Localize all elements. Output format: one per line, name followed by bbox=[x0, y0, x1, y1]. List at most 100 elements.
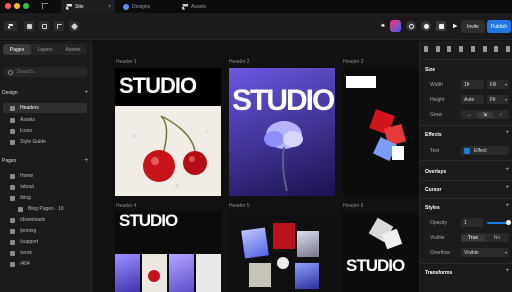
close-tab-icon[interactable]: × bbox=[108, 4, 111, 10]
sidebar-item-label: /blog bbox=[20, 195, 31, 201]
sidebar-item-404[interactable]: /404 bbox=[3, 259, 87, 269]
settings-button[interactable] bbox=[406, 21, 416, 31]
frame-tool-button[interactable] bbox=[39, 21, 49, 31]
sidebar-item-headers[interactable]: Headers bbox=[3, 103, 87, 113]
design-section-header[interactable]: Design + bbox=[2, 89, 90, 97]
frame-label[interactable]: Header 4 bbox=[116, 203, 137, 209]
frame-header-3[interactable] bbox=[342, 68, 419, 196]
page-icon bbox=[10, 239, 15, 245]
sidebar-item-assets[interactable]: Assets bbox=[3, 115, 87, 125]
sidebar-item-support[interactable]: /support bbox=[3, 237, 87, 247]
sidebar-item-icons[interactable]: Icons bbox=[3, 126, 87, 136]
frame-header-1[interactable]: STUDIO bbox=[115, 68, 221, 196]
publish-button[interactable]: Publish bbox=[487, 20, 511, 33]
add-design-icon[interactable]: + bbox=[84, 90, 88, 96]
add-effect-icon[interactable]: + bbox=[505, 130, 509, 136]
grow-vertical-icon[interactable]: ↕ bbox=[493, 112, 509, 118]
add-overlay-icon[interactable]: + bbox=[505, 167, 509, 173]
visible-false-option[interactable]: No bbox=[485, 235, 509, 241]
insert-button[interactable] bbox=[24, 21, 34, 31]
sidebar-item-work[interactable]: /work bbox=[3, 248, 87, 258]
distribute-vertical-icon[interactable] bbox=[505, 46, 510, 52]
align-middle-icon[interactable] bbox=[470, 46, 475, 52]
frame-header-4[interactable]: STUDIO bbox=[115, 211, 221, 292]
grow-both-icon[interactable]: ⇲ bbox=[477, 111, 493, 118]
grow-segmented[interactable]: ↔ ⇲ ↕ bbox=[461, 110, 509, 119]
play-icon[interactable] bbox=[277, 257, 289, 269]
frame-header-2[interactable]: STUDIO bbox=[229, 68, 335, 196]
pages-section-header[interactable]: Pages + bbox=[2, 157, 90, 165]
frame-label[interactable]: Header 6 bbox=[343, 203, 364, 209]
sidebar-item-blog-pages[interactable]: Blog Pages · 10 bbox=[3, 204, 87, 214]
search-input[interactable]: Search... bbox=[3, 67, 87, 77]
overflow-select[interactable]: Visible ▾ bbox=[461, 248, 509, 257]
avatar[interactable] bbox=[390, 20, 401, 32]
close-window-icon[interactable] bbox=[5, 3, 11, 9]
sidebar-item-style-guide[interactable]: Style Guide bbox=[3, 137, 87, 147]
add-transform-icon[interactable]: + bbox=[505, 268, 509, 274]
height-mode-select[interactable]: Fit ▾ bbox=[487, 95, 509, 104]
frame-heading: STUDIO bbox=[346, 256, 405, 275]
effects-section-title: Effects bbox=[425, 132, 442, 138]
opacity-slider[interactable] bbox=[487, 220, 511, 225]
height-input[interactable]: Auto bbox=[461, 95, 484, 104]
align-top-icon[interactable] bbox=[459, 46, 464, 52]
tab-pages[interactable]: Pages bbox=[3, 44, 31, 55]
frame-header-5[interactable] bbox=[229, 211, 335, 292]
slider-handle[interactable] bbox=[506, 220, 511, 225]
width-value: 1fr bbox=[464, 81, 470, 88]
components-button[interactable] bbox=[69, 21, 79, 31]
sidebar-item-blog[interactable]: /blog bbox=[3, 193, 87, 203]
width-input[interactable]: 1fr bbox=[461, 80, 484, 89]
thumbnail-image bbox=[115, 254, 140, 292]
invite-button[interactable]: Invite bbox=[461, 20, 485, 33]
grow-horizontal-icon[interactable]: ↔ bbox=[461, 112, 477, 118]
play-icon bbox=[452, 23, 458, 29]
tab-layers[interactable]: Layers bbox=[31, 44, 59, 55]
add-page-icon[interactable]: + bbox=[84, 158, 88, 164]
sidebar-tabs: Pages Layers Assets bbox=[3, 44, 87, 55]
distribute-horizontal-icon[interactable] bbox=[494, 46, 499, 52]
add-style-icon[interactable]: + bbox=[505, 203, 509, 209]
tab-assets-panel[interactable]: Assets bbox=[59, 44, 87, 55]
preview-mode-button[interactable] bbox=[421, 21, 431, 31]
visible-true-option[interactable]: True bbox=[461, 234, 485, 241]
align-right-icon[interactable] bbox=[447, 46, 452, 52]
frame-heading: STUDIO bbox=[119, 211, 178, 230]
align-bottom-icon[interactable] bbox=[482, 46, 487, 52]
page-icon bbox=[10, 217, 15, 223]
devices-button[interactable] bbox=[436, 21, 446, 31]
tab-designs[interactable]: Designs bbox=[118, 0, 176, 13]
tab-site[interactable]: Site × bbox=[61, 0, 115, 13]
canvas[interactable]: Header 1 STUDIO Header 2 STUDIO Header 3 bbox=[92, 41, 419, 292]
tab-designs-label: Designs bbox=[132, 3, 151, 10]
add-cursor-icon[interactable]: + bbox=[505, 185, 509, 191]
sidebar-item-downloads[interactable]: /downloads bbox=[3, 215, 87, 225]
align-center-icon[interactable] bbox=[435, 46, 440, 52]
align-left-icon[interactable] bbox=[424, 46, 428, 52]
frame-header-6[interactable]: STUDIO bbox=[342, 211, 419, 292]
minimize-window-icon[interactable] bbox=[14, 3, 20, 9]
effect-select[interactable]: Effect bbox=[461, 146, 509, 155]
home-icon[interactable] bbox=[42, 3, 48, 9]
transforms-section-title: Transforms bbox=[425, 270, 453, 276]
divider bbox=[420, 263, 512, 264]
frame-label[interactable]: Header 5 bbox=[229, 203, 250, 209]
sidebar-item-pricing[interactable]: /pricing bbox=[3, 226, 87, 236]
frame-label[interactable]: Header 2 bbox=[229, 59, 250, 65]
sidebar-item-home[interactable]: Home bbox=[3, 171, 87, 181]
chevron-down-icon: ▾ bbox=[504, 97, 507, 102]
tab-assets[interactable]: Assets bbox=[177, 0, 235, 13]
maximize-window-icon[interactable] bbox=[23, 3, 29, 9]
card-image bbox=[273, 223, 295, 249]
frame-label[interactable]: Header 1 bbox=[116, 59, 137, 65]
main-menu-button[interactable] bbox=[4, 21, 17, 31]
play-button[interactable] bbox=[450, 21, 460, 31]
divider bbox=[420, 125, 512, 126]
text-tool-button[interactable] bbox=[54, 21, 64, 31]
frame-label[interactable]: Header 3 bbox=[343, 59, 364, 65]
width-mode-select[interactable]: Fill ▾ bbox=[487, 80, 509, 89]
sidebar-item-about[interactable]: /about bbox=[3, 182, 87, 192]
opacity-input[interactable]: 1 bbox=[461, 218, 483, 227]
visible-toggle[interactable]: True No bbox=[461, 233, 509, 242]
